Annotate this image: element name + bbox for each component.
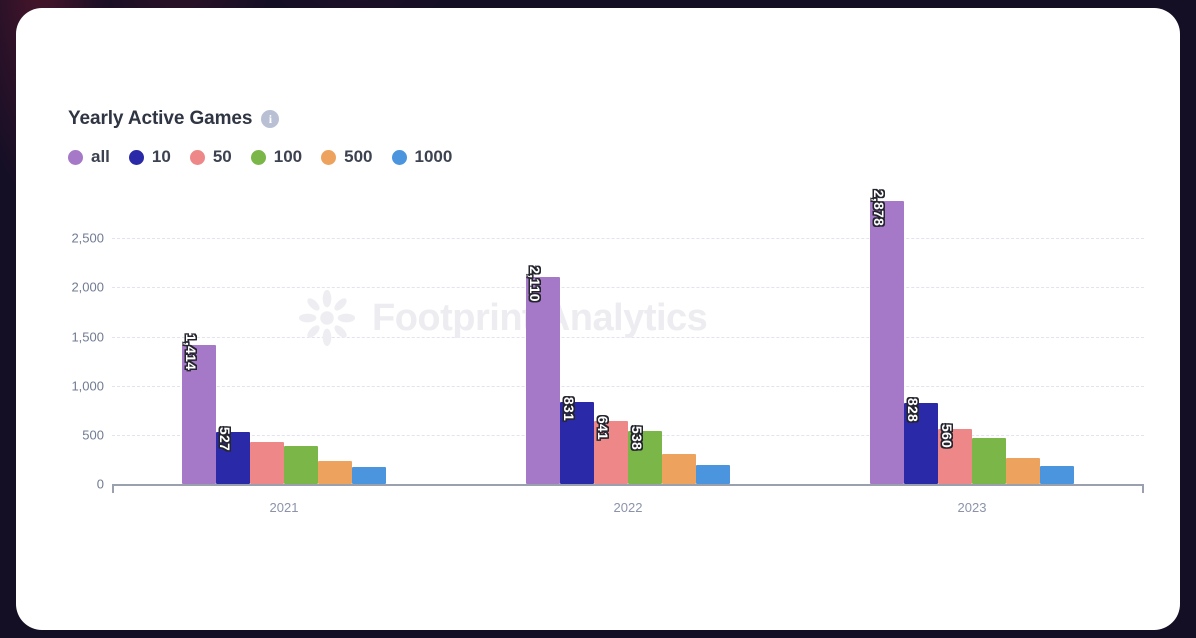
bar-2022-10[interactable]: 831 (560, 397, 594, 484)
bar-groups: 1,414 527 2,110 831 641 538 2,878 828 560 (112, 190, 1144, 484)
bar-2023-1000[interactable] (1040, 466, 1074, 484)
x-axis-label-cell: 2022 (456, 499, 800, 517)
y-axis-labels: 0 500 1,000 1,500 2,000 2,500 (16, 199, 104, 492)
y-axis-tick-label: 2,000 (71, 279, 104, 295)
x-axis-label-cell: 2023 (800, 499, 1144, 517)
legend-dot-icon (68, 149, 83, 165)
legend-dot-icon (321, 149, 337, 165)
legend-item-10[interactable]: 10 (128, 147, 171, 167)
legend-label: 10 (151, 147, 171, 166)
x-axis-tick-left (112, 484, 114, 493)
y-axis-tick-label: 2,500 (71, 230, 104, 246)
legend-item-100[interactable]: 100 (250, 147, 303, 167)
info-icon[interactable]: i (261, 110, 280, 128)
bar-2023-10[interactable]: 828 (904, 398, 938, 484)
bar-2022-500[interactable] (662, 453, 696, 484)
page-title: Yearly Active Games (68, 108, 253, 129)
bar-2023-50[interactable]: 560 (938, 424, 972, 484)
legend-item-all[interactable]: all (68, 147, 110, 167)
chart-header: Yearly Active Games i all 10 50 100 500 1000 (16, 8, 1180, 167)
x-axis-tick-right (1142, 484, 1144, 493)
y-axis-tick-label: 0 (96, 476, 104, 492)
bar-2022-1000[interactable] (696, 464, 730, 484)
bar-value-label: 538 (629, 426, 645, 451)
x-axis-tick-label: 2022 (613, 500, 643, 515)
bar-value-label: 828 (905, 397, 921, 422)
legend-dot-icon (250, 149, 266, 165)
bar-group-2023: 2,878 828 560 (800, 190, 1144, 484)
y-axis-tick-label: 1,500 (71, 329, 104, 345)
bar-2022-100[interactable]: 538 (628, 426, 662, 484)
bar-2022-all[interactable]: 2,110 (526, 266, 560, 484)
x-axis-tick-label: 2021 (269, 500, 299, 515)
legend-dot-icon (128, 149, 144, 165)
legend-item-1000[interactable]: 1000 (391, 147, 453, 167)
legend-label: 100 (273, 147, 303, 166)
chart-legend: all 10 50 100 500 1000 (68, 147, 1180, 167)
legend-label: 500 (344, 147, 373, 166)
x-axis-line (112, 484, 1144, 486)
x-axis-labels: 2021 2022 2023 (112, 499, 1144, 517)
bar-value-label: 641 (595, 415, 611, 441)
plot-area: 0 500 1,000 1,500 2,000 2,500 Footprint Analy… (16, 190, 1180, 529)
bar-2022-50[interactable]: 641 (594, 416, 628, 484)
legend-item-500[interactable]: 500 (321, 147, 373, 167)
bar-2021-500[interactable] (318, 461, 352, 484)
bar-value-label: 527 (217, 427, 233, 452)
legend-label: 50 (212, 147, 232, 166)
chart-title-row: Yearly Active Games i (68, 108, 1180, 130)
bar-value-label: 831 (561, 397, 577, 422)
bar-2021-50[interactable] (250, 442, 284, 484)
bar-value-label: 2,878 (871, 189, 887, 227)
bar-value-label: 2,110 (527, 265, 543, 302)
bar-2023-500[interactable] (1006, 457, 1040, 484)
legend-label: 1000 (414, 147, 453, 166)
legend-label: all (91, 147, 110, 166)
y-axis-tick-label: 1,000 (71, 378, 104, 394)
y-axis-tick-label: 500 (82, 427, 104, 443)
bar-2021-10[interactable]: 527 (216, 427, 250, 484)
x-axis-label-cell: 2021 (112, 499, 456, 517)
bar-2021-1000[interactable] (352, 466, 386, 484)
bar-value-label: 560 (939, 423, 955, 449)
legend-dot-icon (391, 149, 407, 165)
chart-card: Yearly Active Games i all 10 50 100 500 1000 … (16, 8, 1180, 630)
legend-dot-icon (189, 149, 205, 165)
bar-2021-100[interactable] (284, 446, 318, 484)
x-axis-tick-label: 2023 (957, 500, 987, 515)
bar-2023-100[interactable] (972, 437, 1006, 484)
bar-2021-all[interactable]: 1,414 (182, 334, 216, 484)
legend-item-50[interactable]: 50 (189, 147, 232, 167)
bar-group-2021: 1,414 527 (112, 199, 456, 484)
bar-group-2022: 2,110 831 641 538 (456, 199, 800, 484)
bar-2023-all[interactable]: 2,878 (870, 190, 904, 484)
bar-value-label: 1,414 (183, 333, 199, 371)
